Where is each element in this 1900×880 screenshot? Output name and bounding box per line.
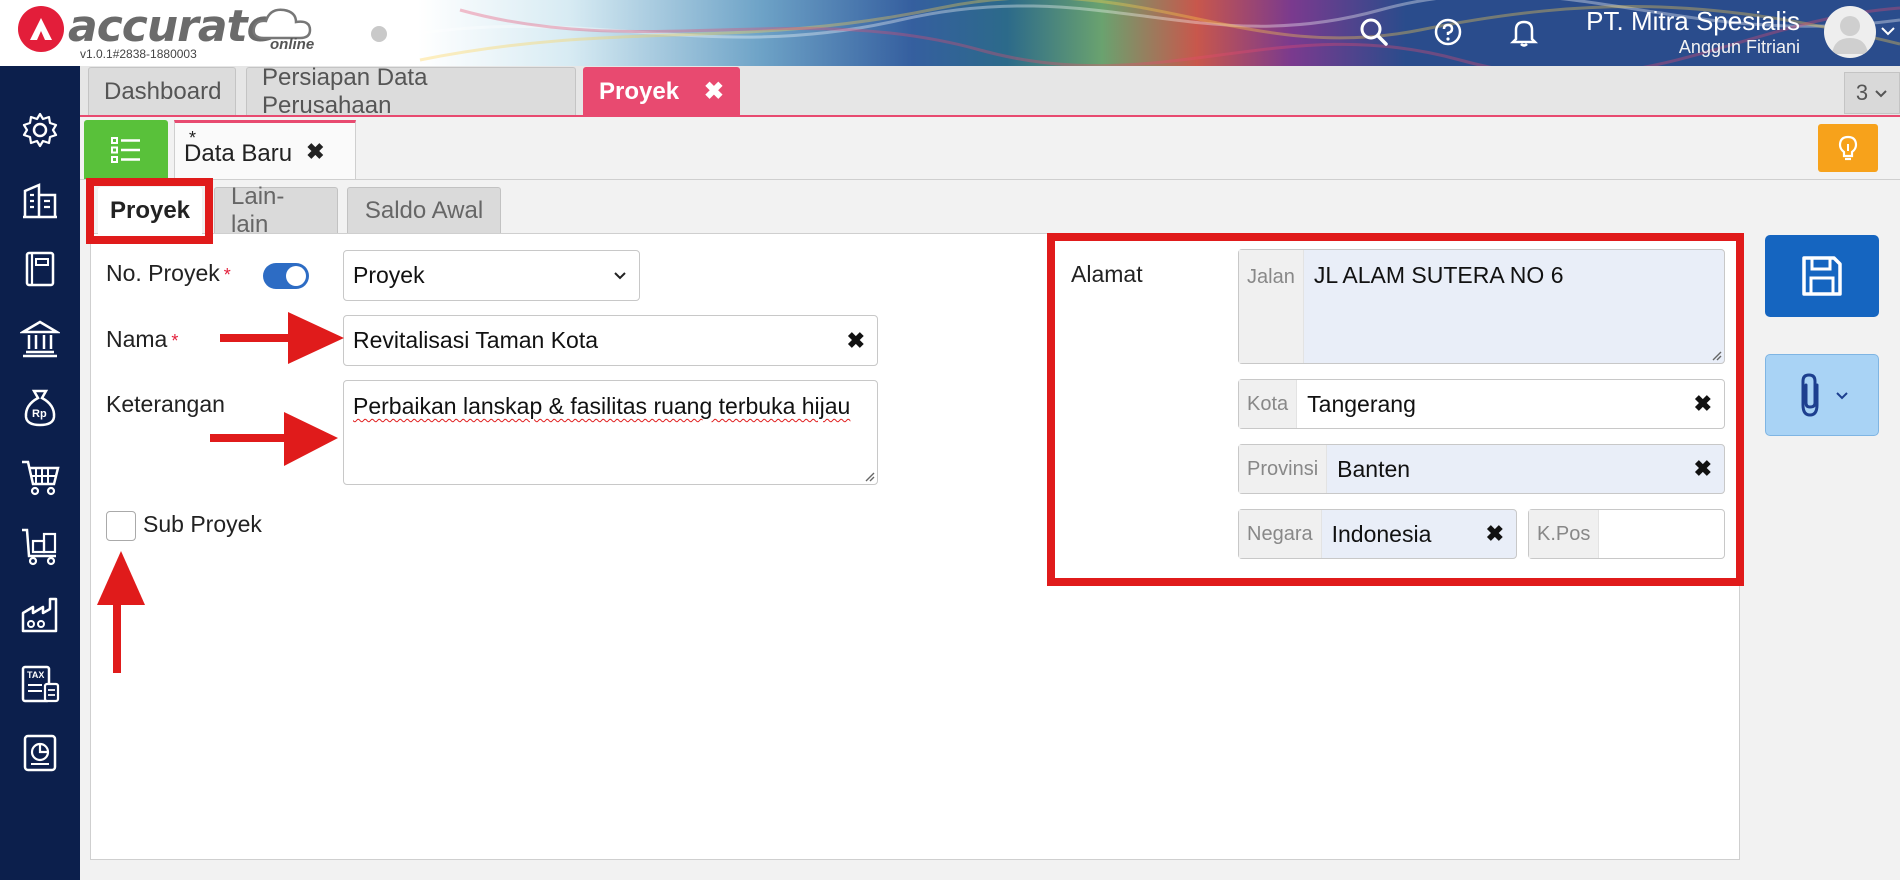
sub-proyek-checkbox[interactable]: [106, 511, 136, 541]
annotation-arrow-keterangan: [210, 412, 338, 466]
tab-persiapan-data-perusahaan[interactable]: Persiapan Data Perusahaan: [246, 64, 576, 119]
sub-proyek-label: Sub Proyek: [143, 511, 262, 537]
chevron-down-icon: [614, 272, 626, 280]
gear-icon[interactable]: [19, 109, 61, 151]
doc-tab-text: Data Baru: [184, 139, 293, 167]
clear-icon[interactable]: ✖: [847, 328, 865, 354]
required-mark: *: [171, 331, 179, 351]
select-value: Proyek: [353, 262, 425, 288]
tab-label: Persiapan Data Perusahaan: [262, 63, 428, 119]
cart-icon[interactable]: [19, 456, 61, 498]
tab-count: 3: [1855, 80, 1869, 105]
close-icon[interactable]: ✖: [704, 77, 724, 106]
report-icon[interactable]: [19, 732, 61, 774]
status-dot: [371, 26, 387, 42]
svg-text:Rp: Rp: [32, 408, 47, 420]
accurate-logo[interactable]: accurate: [18, 1, 276, 52]
tab-lain-lain[interactable]: Lain-lain: [214, 183, 338, 238]
app-window: { "header": { "logo_text": "accurate", "…: [0, 0, 1900, 880]
company-name: PT. Mitra Spesialis: [1586, 6, 1800, 36]
version-text: v1.0.1#2838-1880003: [80, 47, 197, 61]
attachment-button[interactable]: [1765, 354, 1879, 436]
chevron-down-icon: [1875, 89, 1887, 97]
help-icon[interactable]: [1430, 14, 1466, 50]
factory-icon[interactable]: [19, 594, 61, 636]
logo-online-text: online: [270, 36, 315, 53]
no-proyek-type-select[interactable]: Proyek: [343, 250, 640, 301]
tab-proyek-form[interactable]: Proyek: [98, 187, 202, 234]
doc-tab-data-baru[interactable]: *Data Baru ✖: [174, 120, 356, 180]
book-icon[interactable]: [19, 248, 61, 290]
list-view-button[interactable]: [84, 120, 168, 180]
sidebar: Rp TAX: [0, 66, 80, 880]
form-tab-label: Proyek: [109, 197, 191, 224]
resize-handle-icon[interactable]: [863, 470, 875, 482]
chevron-down-icon[interactable]: [1880, 26, 1896, 36]
unsaved-marker: *: [189, 127, 197, 148]
tab-dashboard[interactable]: Dashboard: [88, 67, 236, 115]
bell-icon[interactable]: [1506, 14, 1542, 50]
close-icon[interactable]: ✖: [306, 139, 324, 165]
doc-tab-divider: [80, 179, 1900, 180]
avatar[interactable]: [1824, 6, 1876, 58]
list-icon: [111, 137, 140, 163]
svg-text:TAX: TAX: [27, 670, 44, 680]
save-button[interactable]: [1765, 235, 1879, 317]
annotation-arrow-nama: [220, 312, 344, 364]
paperclip-icon: [1801, 373, 1819, 417]
doc-tab-label: *Data Baru: [184, 128, 292, 168]
hint-button[interactable]: [1818, 124, 1878, 172]
search-icon[interactable]: [1356, 14, 1392, 50]
tab-label: Dashboard: [104, 77, 222, 105]
nama-value: Revitalisasi Taman Kota: [353, 327, 599, 353]
app-header: accurate online v1.0.1#2838-1880003 PT. …: [0, 0, 1900, 66]
tab-overflow-menu[interactable]: 3: [1844, 72, 1900, 114]
delivery-cart-icon[interactable]: [19, 525, 61, 567]
save-icon: [1802, 256, 1842, 296]
annotation-highlight-alamat: [1047, 233, 1744, 586]
nama-label: Nama *: [106, 326, 178, 353]
tab-label: Proyek: [599, 77, 680, 105]
keterangan-textarea[interactable]: Perbaikan lanskap & fasilitas ruang terb…: [343, 380, 878, 485]
lightbulb-icon: [1838, 135, 1858, 161]
tax-icon[interactable]: TAX: [19, 663, 61, 705]
annotation-arrow-sub-proyek: [97, 551, 145, 673]
money-bag-icon[interactable]: Rp: [19, 386, 61, 428]
form-tab-label: Lain-lain: [231, 182, 285, 238]
logo-text: accurate: [68, 1, 276, 52]
no-proyek-label: No. Proyek *: [106, 260, 231, 287]
form-tab-label: Saldo Awal: [364, 196, 484, 224]
tab-proyek[interactable]: Proyek ✖: [583, 67, 740, 115]
chevron-down-icon: [1836, 391, 1848, 399]
bank-icon[interactable]: [19, 317, 61, 359]
nama-input[interactable]: Revitalisasi Taman Kota ✖: [343, 315, 878, 366]
keterangan-value: Perbaikan lanskap & fasilitas ruang terb…: [353, 393, 851, 419]
label-text: Nama: [106, 326, 168, 352]
accurate-logo-icon: [18, 6, 64, 52]
user-name: Anggun Fitriani: [1678, 37, 1800, 57]
company-info[interactable]: PT. Mitra Spesialis Anggun Fitriani: [1586, 6, 1800, 58]
building-icon[interactable]: [19, 179, 61, 221]
tab-saldo-awal[interactable]: Saldo Awal: [347, 187, 501, 233]
keterangan-label: Keterangan: [106, 391, 225, 417]
label-text: No. Proyek: [106, 260, 220, 286]
required-mark: *: [223, 265, 231, 285]
auto-number-toggle[interactable]: [263, 263, 309, 289]
